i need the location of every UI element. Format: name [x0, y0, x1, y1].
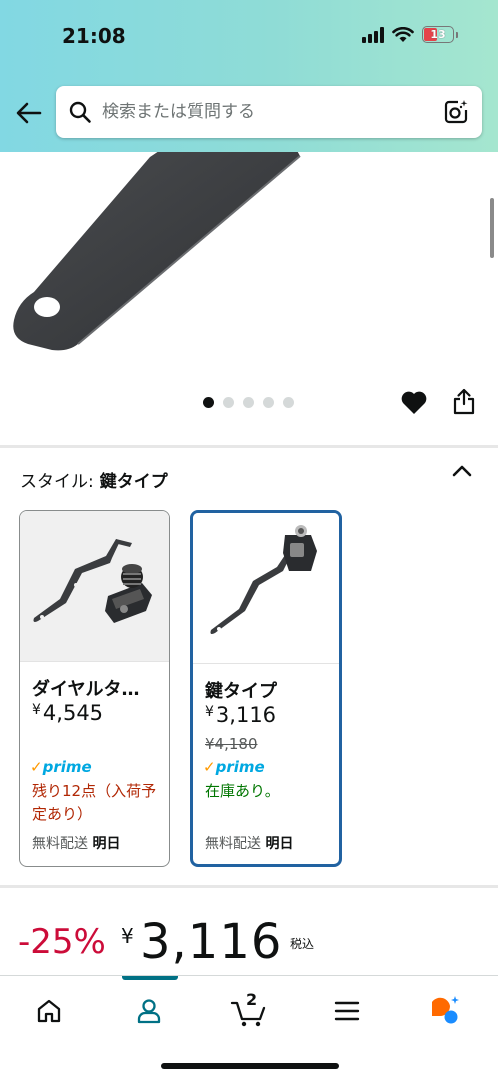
- style-label-text: スタイル:: [20, 472, 94, 492]
- style-option-key[interactable]: 鍵タイプ ¥3,116 ¥4,180 ✓prime 在庫あり。 無料配送 明日: [190, 510, 342, 867]
- price-currency: ¥: [121, 924, 134, 948]
- option-image: [20, 511, 169, 662]
- currency-symbol: ¥: [32, 702, 41, 718]
- status-icons: 13: [362, 26, 458, 43]
- menu-icon: [334, 1001, 360, 1021]
- nav-menu[interactable]: [327, 994, 367, 1028]
- home-icon: [37, 999, 61, 1023]
- header: 21:08 13: [0, 0, 498, 152]
- shipping-info: 無料配送 明日: [32, 833, 120, 853]
- option-price-value: 4,545: [42, 701, 104, 725]
- divider: [0, 885, 498, 888]
- option-price-value: 3,116: [215, 703, 277, 727]
- user-icon: [137, 999, 161, 1024]
- nav-rufus[interactable]: [425, 994, 465, 1028]
- option-price: ¥4,545: [32, 701, 103, 725]
- delivery-day: 明日: [265, 836, 294, 852]
- carousel-dot[interactable]: [283, 397, 294, 408]
- search-bar[interactable]: [56, 86, 482, 138]
- tax-note: 税込: [290, 937, 315, 951]
- heart-icon[interactable]: [400, 389, 428, 415]
- price-amount: 3,116: [140, 914, 283, 970]
- option-image: [193, 513, 339, 664]
- image-carousel-dots[interactable]: [203, 397, 294, 408]
- carousel-dot[interactable]: [243, 397, 254, 408]
- stock-status: 在庫あり。: [205, 782, 280, 800]
- camera-search-icon[interactable]: [442, 98, 470, 126]
- option-title: ダイヤルタ…: [32, 679, 140, 700]
- option-title: 鍵タイプ: [205, 681, 277, 702]
- style-label: スタイル: 鍵タイプ: [20, 467, 168, 492]
- shipping-text: 無料配送: [32, 836, 88, 852]
- search-input[interactable]: [102, 86, 422, 138]
- product-image[interactable]: [0, 152, 498, 372]
- status-time: 21:08: [62, 24, 126, 48]
- nav-home[interactable]: [29, 994, 69, 1028]
- list-price: ¥4,180: [205, 735, 258, 753]
- option-price: ¥3,116: [205, 703, 276, 727]
- bracket-image: [13, 152, 301, 351]
- prime-text: prime: [215, 758, 265, 776]
- wifi-icon: [392, 26, 414, 42]
- shipping-info: 無料配送 明日: [205, 833, 293, 853]
- back-arrow-icon[interactable]: [14, 98, 44, 128]
- home-indicator: [161, 1063, 339, 1069]
- stock-status: 残り12点（入荷予定あり）: [32, 782, 157, 823]
- prime-text: prime: [42, 758, 92, 776]
- product-page: 21:08 13 検索または質問する スタイル: 鍵タイプ ダイヤルタ… ¥4,…: [0, 0, 498, 1080]
- battery-level: 13: [430, 28, 446, 41]
- carousel-dot[interactable]: [223, 397, 234, 408]
- shipping-text: 無料配送: [205, 836, 261, 852]
- carousel-dot[interactable]: [263, 397, 274, 408]
- chevron-up-icon[interactable]: [451, 463, 473, 479]
- cart-count: 2: [246, 990, 258, 1009]
- cellular-signal-icon: [362, 26, 384, 43]
- divider: [0, 445, 498, 448]
- prime-badge: ✓prime: [203, 758, 265, 776]
- scrollbar[interactable]: [490, 198, 494, 258]
- nav-account[interactable]: [129, 994, 169, 1028]
- search-icon: [69, 101, 91, 123]
- delivery-day: 明日: [92, 836, 121, 852]
- nav-cart[interactable]: 2: [226, 990, 272, 1028]
- discount-percentage: -25%: [18, 922, 106, 962]
- style-option-dial[interactable]: ダイヤルタ… ¥4,545 ✓prime 残り12点（入荷予定あり） 無料配送 …: [19, 510, 170, 867]
- battery-icon: 13: [422, 26, 454, 43]
- rufus-ai-icon: [432, 996, 459, 1024]
- nav-active-indicator: [122, 976, 178, 980]
- currency-symbol: ¥: [205, 704, 214, 720]
- prime-badge: ✓prime: [30, 758, 92, 776]
- selected-style: 鍵タイプ: [99, 472, 168, 492]
- carousel-dot[interactable]: [203, 397, 214, 408]
- share-icon[interactable]: [452, 387, 476, 415]
